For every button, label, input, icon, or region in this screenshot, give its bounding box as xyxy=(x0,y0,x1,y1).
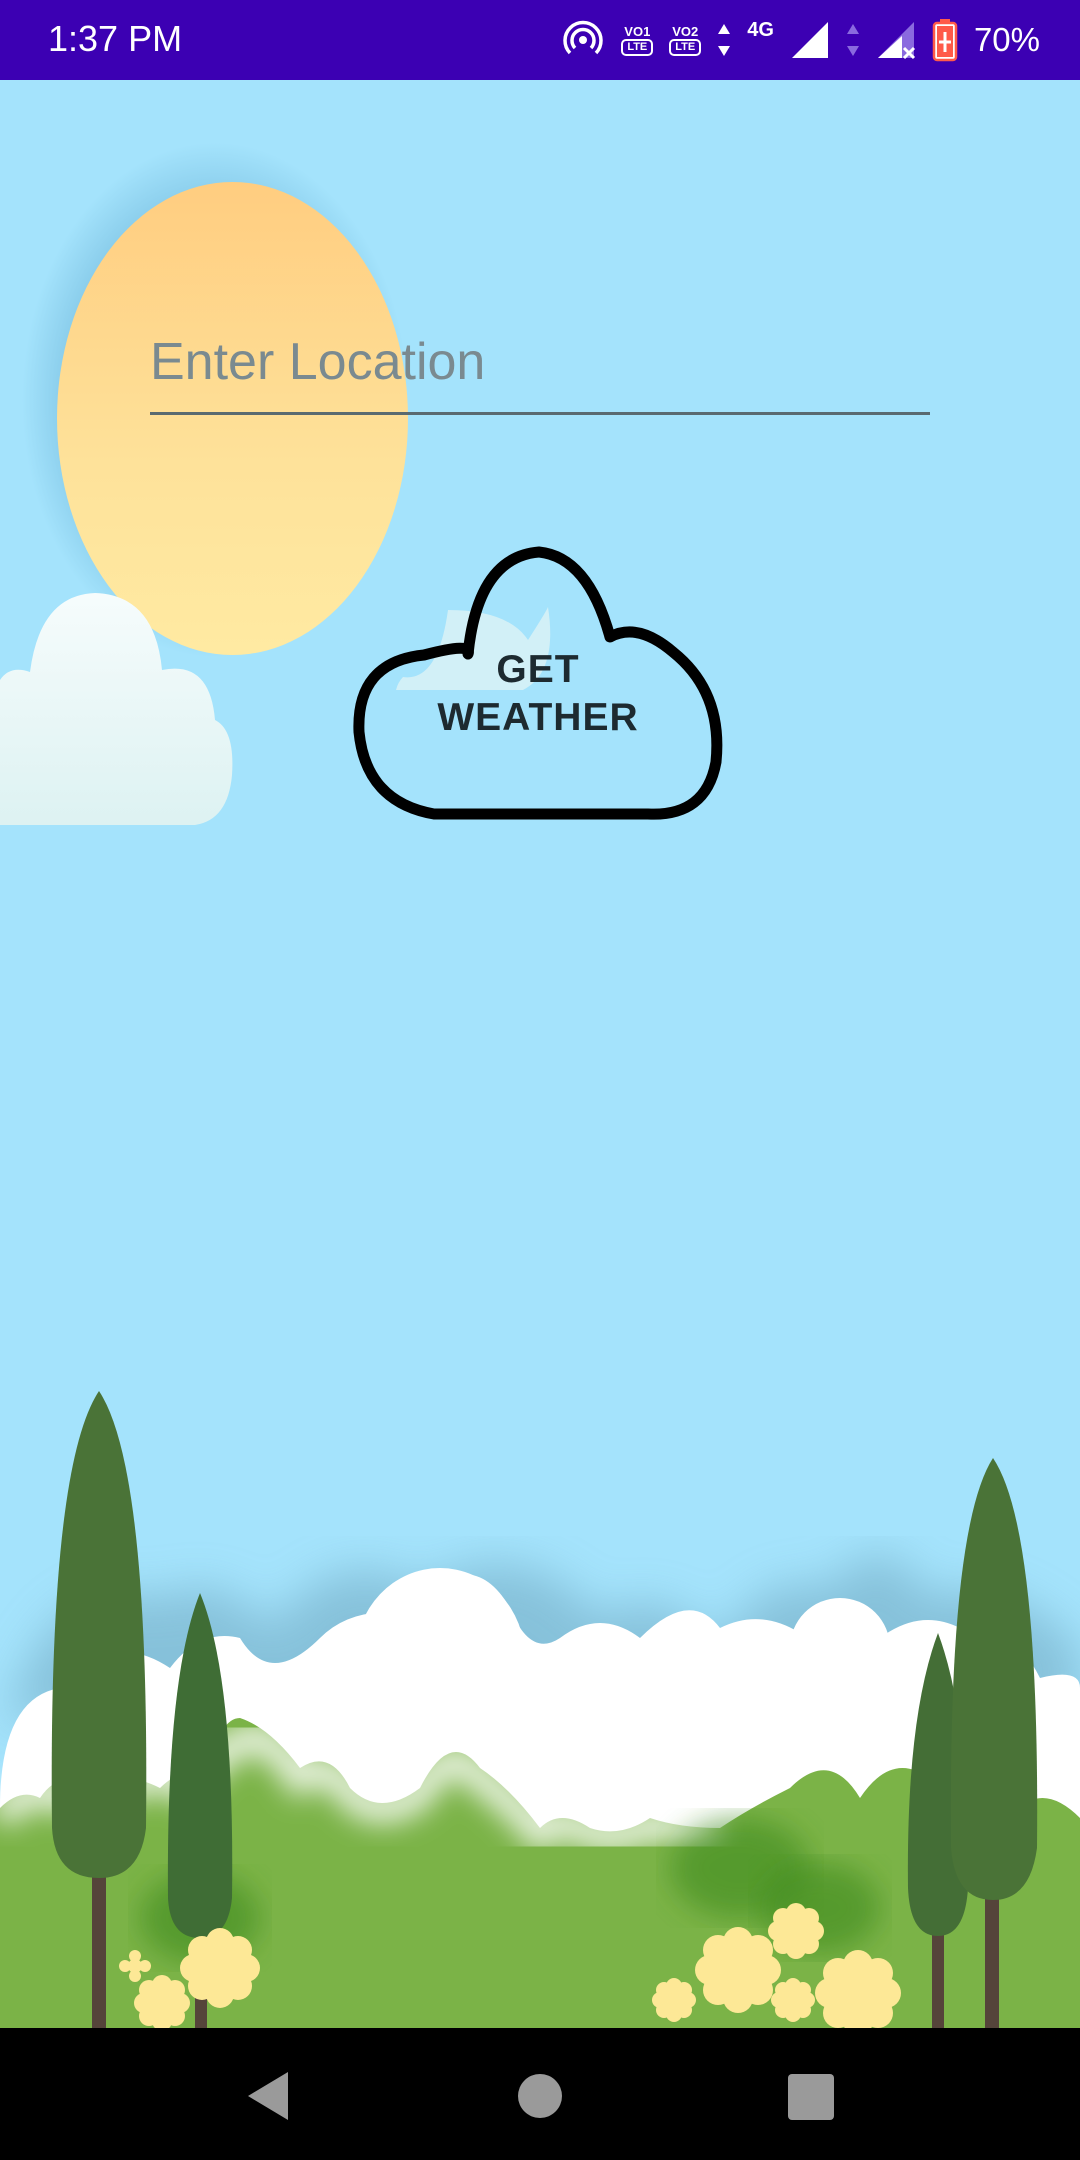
battery-icon xyxy=(932,18,958,62)
status-bar: 1:37 PM VO1 LTE VO2 LTE 4G 70% xyxy=(0,0,1080,80)
lte-badge-1: LTE xyxy=(621,39,654,56)
data-arrows-icon xyxy=(717,22,731,58)
location-field[interactable] xyxy=(150,300,930,415)
scenery-illustration xyxy=(0,1391,1080,2028)
cloud-left-illustration xyxy=(0,593,233,825)
volte-sim1-icon: VO1 LTE xyxy=(621,24,654,56)
back-icon xyxy=(248,2072,288,2120)
signal-icon xyxy=(790,20,830,60)
volte-sim2-icon: VO2 LTE xyxy=(669,24,702,56)
recents-button[interactable] xyxy=(780,2066,840,2126)
recents-icon xyxy=(788,2074,834,2120)
location-input[interactable] xyxy=(150,322,930,402)
lte-badge-2: LTE xyxy=(669,39,702,56)
no-signal-icon xyxy=(876,20,916,60)
status-time: 1:37 PM xyxy=(48,18,183,59)
navigation-bar xyxy=(0,2028,1080,2160)
home-button[interactable] xyxy=(510,2066,570,2126)
status-icons: VO1 LTE VO2 LTE 4G 70% xyxy=(561,14,1040,66)
battery-percentage: 70% xyxy=(973,21,1040,58)
get-weather-label: GET WEATHER xyxy=(437,648,639,739)
data-arrows-icon-2 xyxy=(846,22,860,58)
network-type: 4G xyxy=(747,18,774,41)
back-button[interactable] xyxy=(240,2066,300,2126)
volte-sim1-text: VO1 xyxy=(624,24,651,39)
home-icon xyxy=(518,2074,562,2118)
hotspot-icon xyxy=(561,18,605,62)
weather-screen: GETWEATHER xyxy=(0,80,1080,2028)
volte-sim2-text: VO2 xyxy=(672,24,699,39)
get-weather-button[interactable]: GET WEATHER xyxy=(348,532,728,842)
